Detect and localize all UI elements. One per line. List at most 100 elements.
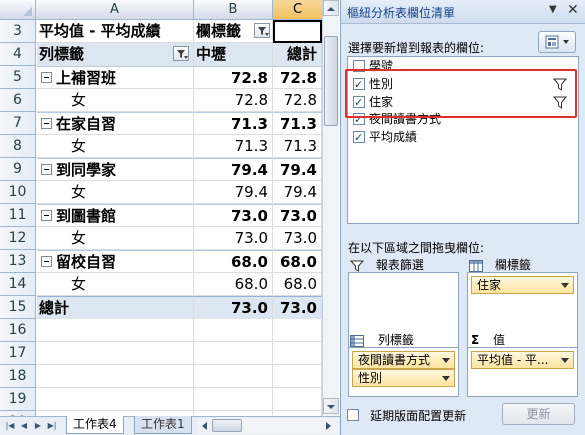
- collapse-icon[interactable]: [41, 255, 52, 267]
- row-header[interactable]: 5: [0, 66, 36, 89]
- row-header[interactable]: 11: [0, 204, 36, 227]
- cell-b[interactable]: 73.0: [194, 227, 273, 250]
- row-header[interactable]: 13: [0, 250, 36, 273]
- scroll-left-arrow-icon[interactable]: [199, 420, 211, 432]
- row-header[interactable]: 8: [0, 135, 36, 158]
- cell-a[interactable]: 女: [37, 227, 194, 250]
- field-checkbox[interactable]: [353, 76, 365, 93]
- cell-a[interactable]: 上補習班: [37, 66, 194, 89]
- cell-b[interactable]: 中壢: [194, 43, 273, 66]
- cell-a[interactable]: 平均值 - 平均成績: [37, 20, 194, 43]
- cell-c[interactable]: 73.0: [273, 296, 322, 319]
- cell-c[interactable]: 總計: [273, 43, 322, 66]
- row-header[interactable]: 7: [0, 112, 36, 135]
- cell-b[interactable]: 68.0: [194, 273, 273, 296]
- cell-a[interactable]: 留校自習: [37, 250, 194, 273]
- field-item-student-id[interactable]: 學號: [353, 58, 393, 75]
- update-button[interactable]: 更新: [502, 403, 575, 425]
- cell-a[interactable]: 到同學家: [37, 158, 194, 181]
- row-header[interactable]: 14: [0, 273, 36, 296]
- cell-c[interactable]: 73.0: [273, 204, 322, 227]
- prev-sheet-icon[interactable]: ◀: [18, 419, 30, 433]
- first-sheet-icon[interactable]: |◀: [4, 419, 16, 433]
- scroll-right-arrow-icon[interactable]: [322, 420, 334, 432]
- cell-a[interactable]: 列標籤: [37, 43, 194, 66]
- cell-a[interactable]: [37, 319, 194, 342]
- cell-c[interactable]: [273, 319, 322, 342]
- cell-b[interactable]: 73.0: [194, 204, 273, 227]
- row-field-pill-1[interactable]: 夜間讀書方式: [352, 351, 455, 369]
- cell-c[interactable]: [273, 20, 322, 43]
- field-checkbox[interactable]: [353, 111, 365, 128]
- cell-b[interactable]: [194, 319, 273, 342]
- row-header[interactable]: 10: [0, 181, 36, 204]
- cell-b[interactable]: 72.8: [194, 89, 273, 112]
- cell-b[interactable]: 79.4: [194, 181, 273, 204]
- cell-a[interactable]: [37, 342, 194, 365]
- cell-b[interactable]: [194, 342, 273, 365]
- row-header[interactable]: 16: [0, 319, 36, 342]
- panel-menu-dropdown-icon[interactable]: ▼: [549, 4, 557, 15]
- cell-b[interactable]: 72.8: [194, 66, 273, 89]
- defer-layout-update-option[interactable]: 延期版面配置更新: [347, 405, 466, 424]
- cell-c[interactable]: 72.8: [273, 89, 322, 112]
- scroll-up-button[interactable]: [323, 0, 339, 16]
- row-header[interactable]: 6: [0, 89, 36, 112]
- cell-c[interactable]: 79.4: [273, 181, 322, 204]
- horizontal-scrollbar[interactable]: [198, 418, 338, 434]
- field-item-gender[interactable]: 性別: [353, 76, 575, 93]
- field-item-average-score[interactable]: 平均成績: [353, 129, 417, 146]
- select-all-corner[interactable]: [0, 0, 36, 20]
- cell-a[interactable]: 總計: [37, 296, 194, 319]
- row-header[interactable]: 12: [0, 227, 36, 250]
- cell-c[interactable]: 71.3: [273, 112, 322, 135]
- field-checkbox[interactable]: [353, 129, 365, 146]
- field-checkbox[interactable]: [353, 94, 365, 111]
- collapse-icon[interactable]: [41, 117, 52, 129]
- sheet-tab-2[interactable]: 工作表1: [134, 416, 192, 434]
- cell-c[interactable]: [273, 365, 322, 388]
- cell-c[interactable]: 73.0: [273, 227, 322, 250]
- row-header[interactable]: 3: [0, 20, 36, 43]
- field-item-residence[interactable]: 住家: [353, 94, 575, 111]
- cell-c[interactable]: [273, 342, 322, 365]
- next-sheet-icon[interactable]: ▶: [32, 419, 44, 433]
- vertical-scrollbar[interactable]: [322, 0, 339, 416]
- row-header[interactable]: 4: [0, 43, 36, 66]
- cell-c[interactable]: 71.3: [273, 135, 322, 158]
- cell-a[interactable]: [37, 365, 194, 388]
- row-header[interactable]: 17: [0, 342, 36, 365]
- row-header[interactable]: 19: [0, 388, 36, 411]
- cell-c[interactable]: [273, 388, 322, 411]
- cell-a[interactable]: [37, 388, 194, 411]
- row-labels-area[interactable]: 夜間讀書方式 性別: [348, 347, 459, 397]
- column-header-c[interactable]: C: [273, 0, 323, 20]
- horizontal-scroll-thumb[interactable]: [212, 419, 242, 432]
- vertical-scroll-thumb[interactable]: [324, 36, 338, 126]
- cell-b[interactable]: 73.0: [194, 296, 273, 319]
- close-icon[interactable]: ✕: [567, 2, 579, 18]
- collapse-icon[interactable]: [41, 209, 52, 221]
- cell-a[interactable]: 女: [37, 135, 194, 158]
- row-label-filter-button[interactable]: [173, 46, 189, 61]
- collapse-icon[interactable]: [41, 163, 52, 175]
- cell-a[interactable]: 在家自習: [37, 112, 194, 135]
- cell-c[interactable]: 79.4: [273, 158, 322, 181]
- column-header-b[interactable]: B: [194, 0, 273, 20]
- cell-b[interactable]: 欄標籤: [194, 20, 273, 43]
- field-item-study-method[interactable]: 夜間讀書方式: [353, 111, 441, 128]
- field-checkbox[interactable]: [353, 59, 365, 72]
- column-header-a[interactable]: A: [36, 0, 194, 20]
- values-area[interactable]: 平均值 - 平...: [467, 347, 578, 397]
- filter-funnel-icon[interactable]: [553, 96, 567, 109]
- scroll-down-button[interactable]: [323, 398, 339, 414]
- cell-b[interactable]: 68.0: [194, 250, 273, 273]
- defer-update-checkbox[interactable]: [347, 408, 359, 421]
- cell-b[interactable]: [194, 388, 273, 411]
- cell-c[interactable]: 72.8: [273, 66, 322, 89]
- cell-b[interactable]: [194, 365, 273, 388]
- cell-b[interactable]: 79.4: [194, 158, 273, 181]
- cell-a[interactable]: 女: [37, 89, 194, 112]
- row-field-pill-2[interactable]: 性別: [352, 369, 455, 387]
- last-sheet-icon[interactable]: ▶|: [46, 419, 58, 433]
